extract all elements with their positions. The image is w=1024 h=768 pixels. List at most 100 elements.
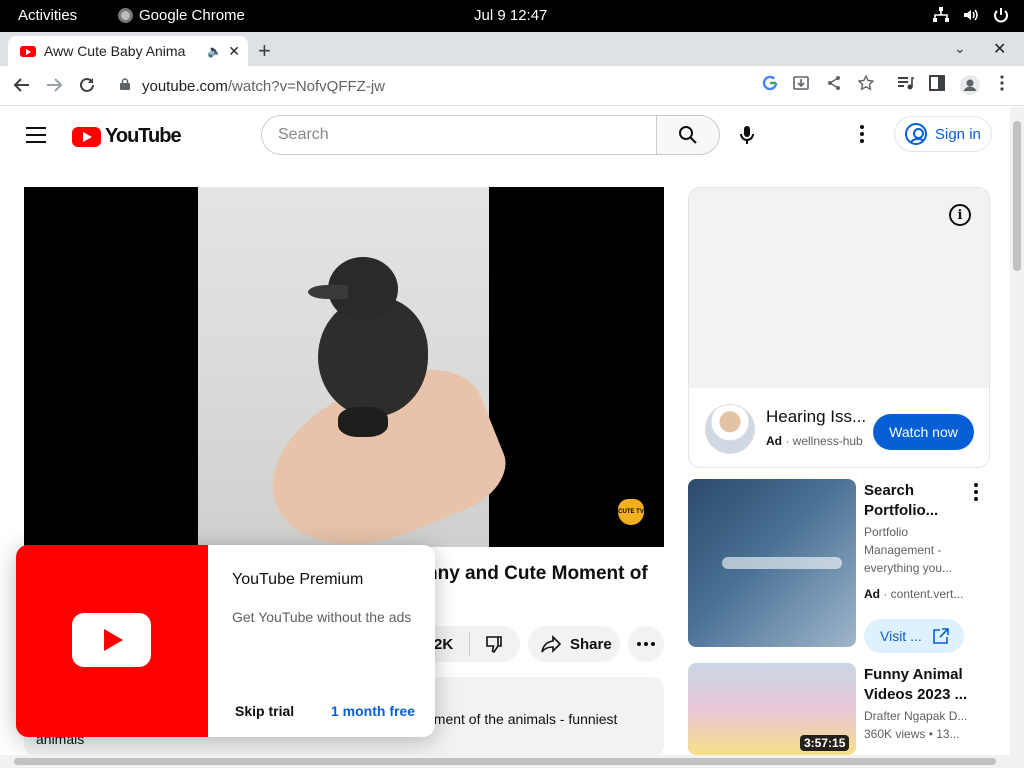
vertical-scrollbar[interactable] bbox=[1010, 107, 1024, 755]
share-icon[interactable] bbox=[826, 75, 842, 91]
recommendation-title[interactable]: Funny Animal Videos 2023 ... bbox=[864, 665, 980, 705]
external-link-icon bbox=[932, 628, 949, 644]
recommendation-thumbnail-kittens[interactable]: 3:57:15 bbox=[688, 663, 856, 755]
url-host: youtube.com bbox=[142, 78, 228, 95]
recommendation-video[interactable]: 3:57:15 Funny Animal Videos 2023 ... Dra… bbox=[688, 663, 990, 758]
horizontal-scrollbar-thumb[interactable] bbox=[14, 758, 996, 765]
premium-subtitle: Get YouTube without the ads bbox=[232, 609, 412, 625]
window-close-icon[interactable]: ✕ bbox=[993, 39, 1006, 59]
clock[interactable]: Jul 9 12:47 bbox=[474, 7, 547, 24]
search-button[interactable] bbox=[656, 115, 720, 155]
dislike-icon[interactable] bbox=[484, 634, 504, 654]
system-top-bar: Activities Google Chrome Jul 9 12:47 bbox=[0, 0, 1024, 32]
youtube-logo-text: YouTube bbox=[105, 125, 182, 147]
search-icon bbox=[679, 126, 697, 144]
recommendation-stats: 360K views • 13... bbox=[864, 727, 960, 741]
guide-menu-icon[interactable] bbox=[26, 127, 46, 143]
recommendation-thumbnail[interactable] bbox=[688, 479, 856, 647]
visit-label: Visit ... bbox=[880, 628, 922, 644]
settings-more-icon[interactable] bbox=[860, 125, 864, 143]
network-icon bbox=[933, 7, 949, 22]
video-player[interactable]: CUTE TV bbox=[24, 187, 664, 547]
activities-button[interactable]: Activities bbox=[18, 7, 77, 24]
sign-in-label: Sign in bbox=[935, 125, 981, 143]
power-icon bbox=[994, 8, 1008, 23]
channel-watermark-icon[interactable]: CUTE TV bbox=[618, 499, 644, 525]
url-text[interactable]: youtube.com/watch?v=NofvQFFZ-jw bbox=[142, 78, 385, 95]
recommendation-ad[interactable]: Search Portfolio... Portfolio Management… bbox=[688, 479, 990, 653]
app-menu[interactable]: Google Chrome bbox=[118, 7, 245, 24]
bookmark-star-icon[interactable] bbox=[858, 75, 874, 91]
tab-search-chevron-down-icon[interactable]: ⌄ bbox=[954, 40, 966, 57]
youtube-logo[interactable]: YouTube bbox=[72, 125, 182, 148]
recommendation-views: 360K views bbox=[864, 727, 926, 741]
browser-tab[interactable]: Aww Cute Baby Anima 🔈 ✕ bbox=[8, 36, 248, 66]
lock-icon[interactable] bbox=[120, 78, 130, 90]
side-panel-icon[interactable] bbox=[929, 75, 945, 91]
url-path: /watch?v=NofvQFFZ-jw bbox=[227, 78, 386, 95]
watch-now-button[interactable]: Watch now bbox=[873, 414, 974, 450]
reload-icon[interactable] bbox=[77, 75, 97, 95]
google-lens-icon[interactable] bbox=[762, 75, 778, 91]
video-frame bbox=[198, 187, 518, 547]
ad-avatar[interactable] bbox=[705, 404, 755, 454]
recommendation-title[interactable]: Search Portfolio... bbox=[864, 481, 974, 521]
tab-strip: Aww Cute Baby Anima 🔈 ✕ bbox=[0, 32, 1024, 66]
new-tab-button[interactable]: + bbox=[258, 38, 271, 64]
youtube-play-large-icon bbox=[72, 613, 151, 667]
ad-advertiser: wellness-hub bbox=[792, 434, 863, 448]
skip-trial-button[interactable]: Skip trial bbox=[235, 703, 294, 719]
ad-media[interactable] bbox=[689, 188, 989, 388]
ad-meta: Ad · wellness-hub bbox=[766, 434, 863, 448]
horizontal-scrollbar[interactable] bbox=[0, 755, 1024, 768]
address-bar[interactable]: youtube.com/watch?v=NofvQFFZ-jw bbox=[108, 70, 988, 102]
youtube-masthead: YouTube Search Sign in bbox=[0, 107, 1010, 163]
youtube-play-logo-icon bbox=[72, 126, 101, 147]
recommendation-more-icon[interactable] bbox=[974, 483, 978, 501]
recommendation-line2: Management - bbox=[864, 543, 942, 557]
recommendation-channel[interactable]: Drafter Ngapak D... bbox=[864, 707, 984, 725]
video-title: nny and Cute Moment of bbox=[426, 563, 648, 584]
sign-in-button[interactable]: Sign in bbox=[894, 116, 992, 152]
free-trial-button[interactable]: 1 month free bbox=[331, 703, 415, 719]
companion-ad-card[interactable]: i Hearing Iss... Ad · wellness-hub Watch… bbox=[688, 187, 990, 468]
vertical-scrollbar-thumb[interactable] bbox=[1013, 121, 1021, 271]
forward-arrow-icon[interactable] bbox=[44, 75, 64, 95]
profile-avatar-icon[interactable] bbox=[960, 75, 980, 95]
ad-title[interactable]: Hearing Iss... bbox=[766, 407, 866, 427]
premium-title: YouTube Premium bbox=[232, 571, 364, 588]
system-tray[interactable] bbox=[932, 6, 1010, 24]
description-text: oment of the animals - funniest bbox=[426, 711, 618, 727]
app-name: Google Chrome bbox=[139, 7, 245, 24]
recommendation-line3: everything you... bbox=[864, 561, 953, 575]
share-button[interactable]: Share bbox=[528, 626, 620, 662]
more-actions-button[interactable] bbox=[628, 626, 664, 662]
video-duration-badge: 3:57:15 bbox=[800, 735, 850, 751]
install-app-icon[interactable] bbox=[793, 75, 809, 91]
ad-badge: Ad bbox=[766, 434, 782, 448]
visit-button[interactable]: Visit ... bbox=[864, 619, 964, 653]
duckling-image bbox=[308, 257, 428, 437]
voice-search-mic-icon[interactable] bbox=[739, 125, 755, 145]
tab-title: Aww Cute Baby Anima bbox=[44, 43, 186, 59]
tab-audio-icon[interactable]: 🔈 bbox=[207, 44, 222, 58]
info-icon[interactable]: i bbox=[949, 204, 971, 226]
search-input[interactable]: Search bbox=[261, 115, 657, 155]
chrome-icon bbox=[118, 8, 133, 23]
volume-icon bbox=[964, 9, 978, 21]
share-label: Share bbox=[570, 635, 612, 653]
share-arrow-icon bbox=[541, 635, 562, 653]
recommendation-age: 13... bbox=[936, 727, 960, 741]
youtube-favicon-icon bbox=[20, 45, 36, 57]
media-queue-icon[interactable] bbox=[897, 75, 915, 91]
tab-close-icon[interactable]: ✕ bbox=[228, 43, 240, 60]
premium-banner bbox=[16, 545, 208, 737]
back-arrow-icon[interactable] bbox=[12, 75, 32, 95]
chrome-menu-icon[interactable] bbox=[998, 75, 1006, 91]
account-circle-icon bbox=[905, 123, 927, 145]
browser-toolbar: youtube.com/watch?v=NofvQFFZ-jw bbox=[0, 66, 1024, 106]
recommendation-ad-badge: Ad bbox=[864, 587, 880, 601]
like-count[interactable]: 2K bbox=[434, 636, 453, 653]
recommendation-advertiser: content.vert... bbox=[890, 587, 964, 601]
premium-promo-dialog: YouTube Premium Get YouTube without the … bbox=[16, 545, 435, 737]
